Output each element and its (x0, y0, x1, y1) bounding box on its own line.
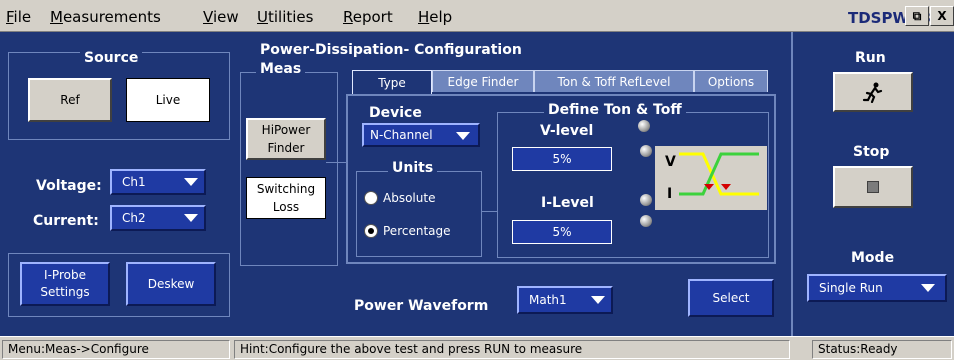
stop-button[interactable] (833, 166, 913, 208)
current-label: Current: (33, 213, 99, 229)
chevron-down-icon (184, 178, 198, 186)
voltage-dropdown[interactable]: Ch1 (110, 169, 206, 195)
device-title: Device (369, 105, 422, 121)
diagram-i-label: I (667, 186, 672, 202)
close-icon[interactable]: X (930, 6, 954, 26)
diagram-v-label: V (665, 154, 676, 170)
menu-file[interactable]: File (6, 8, 31, 26)
connector-line (482, 211, 498, 212)
ilevel-readout[interactable]: 5% (512, 220, 612, 244)
chevron-down-icon (456, 132, 470, 140)
vlevel-label: V-level (540, 123, 594, 139)
menu-bar: File Measurements View Utilities Report … (0, 0, 954, 32)
vlevel-readout[interactable]: 5% (512, 147, 612, 171)
tab-edge-finder[interactable]: Edge Finder (432, 70, 534, 92)
tab-ton-toff-reflevel[interactable]: Ton & Toff RefLevel (534, 70, 694, 92)
absolute-radio[interactable] (364, 191, 378, 205)
status-bar: Menu:Meas->Configure Hint:Configure the … (0, 336, 954, 360)
power-waveform-label: Power Waveform (354, 298, 489, 314)
deskew-button[interactable]: Deskew (126, 262, 216, 306)
mode-dropdown[interactable]: Single Run (807, 274, 947, 302)
hint-status: Hint:Configure the above test and press … (234, 340, 790, 359)
define-ton-toff-title: Define Ton & Toff (544, 102, 686, 118)
current-dropdown[interactable]: Ch2 (110, 205, 206, 231)
restore-icon[interactable]: ⧉ (905, 6, 929, 26)
tab-type[interactable]: Type (352, 70, 432, 94)
select-button[interactable]: Select (688, 279, 774, 317)
chevron-down-icon (921, 284, 935, 292)
source-title: Source (80, 50, 143, 66)
chevron-down-icon (184, 214, 198, 222)
menu-path-status: Menu:Meas->Configure (2, 340, 230, 359)
device-dropdown[interactable]: N-Channel (362, 123, 480, 147)
units-title: Units (388, 160, 438, 176)
ref-button[interactable]: Ref (28, 78, 112, 122)
stop-title: Stop (853, 144, 890, 160)
voltage-value: Ch1 (122, 175, 146, 189)
hipower-finder-button[interactable]: HiPower Finder (246, 118, 326, 160)
vlevel-down-knob-icon[interactable] (640, 145, 652, 157)
device-value: N-Channel (370, 128, 433, 142)
percentage-radio[interactable] (364, 224, 378, 238)
power-waveform-dropdown[interactable]: Math1 (517, 286, 613, 314)
waveform-diagram: V I (655, 146, 767, 210)
run-panel: Run Stop Mode Single Run (791, 32, 954, 336)
stop-square-icon (867, 181, 879, 193)
absolute-label: Absolute (383, 191, 436, 205)
percentage-label: Percentage (383, 224, 451, 238)
live-button[interactable]: Live (126, 78, 210, 122)
menu-measurements[interactable]: Measurements (50, 8, 161, 26)
menu-utilities[interactable]: Utilities (257, 8, 313, 26)
connector-line (326, 162, 346, 163)
chevron-down-icon (591, 296, 605, 304)
voltage-label: Voltage: (36, 178, 102, 194)
vlevel-up-knob-icon[interactable] (638, 120, 650, 132)
units-group (356, 171, 482, 257)
ilevel-up-knob-icon[interactable] (640, 194, 652, 206)
power-waveform-value: Math1 (529, 293, 567, 307)
current-value: Ch2 (122, 211, 146, 225)
iprobe-settings-button[interactable]: I-Probe Settings (20, 262, 110, 306)
ready-status: Status:Ready (812, 340, 952, 359)
menu-help[interactable]: Help (418, 8, 452, 26)
meas-group (240, 72, 338, 266)
ilevel-down-knob-icon[interactable] (640, 215, 652, 227)
ilevel-label: I-Level (541, 195, 594, 211)
menu-report[interactable]: Report (343, 8, 393, 26)
config-title: Power-Dissipation- Configuration (260, 42, 522, 58)
menu-view[interactable]: View (203, 8, 239, 26)
switching-loss-button[interactable]: Switching Loss (246, 177, 326, 219)
mode-value: Single Run (819, 281, 883, 295)
mode-title: Mode (851, 250, 895, 266)
running-man-icon (862, 82, 883, 103)
run-title: Run (855, 50, 886, 66)
meas-title: Meas (256, 61, 306, 77)
run-button[interactable] (833, 72, 913, 112)
tab-options[interactable]: Options (694, 70, 768, 92)
